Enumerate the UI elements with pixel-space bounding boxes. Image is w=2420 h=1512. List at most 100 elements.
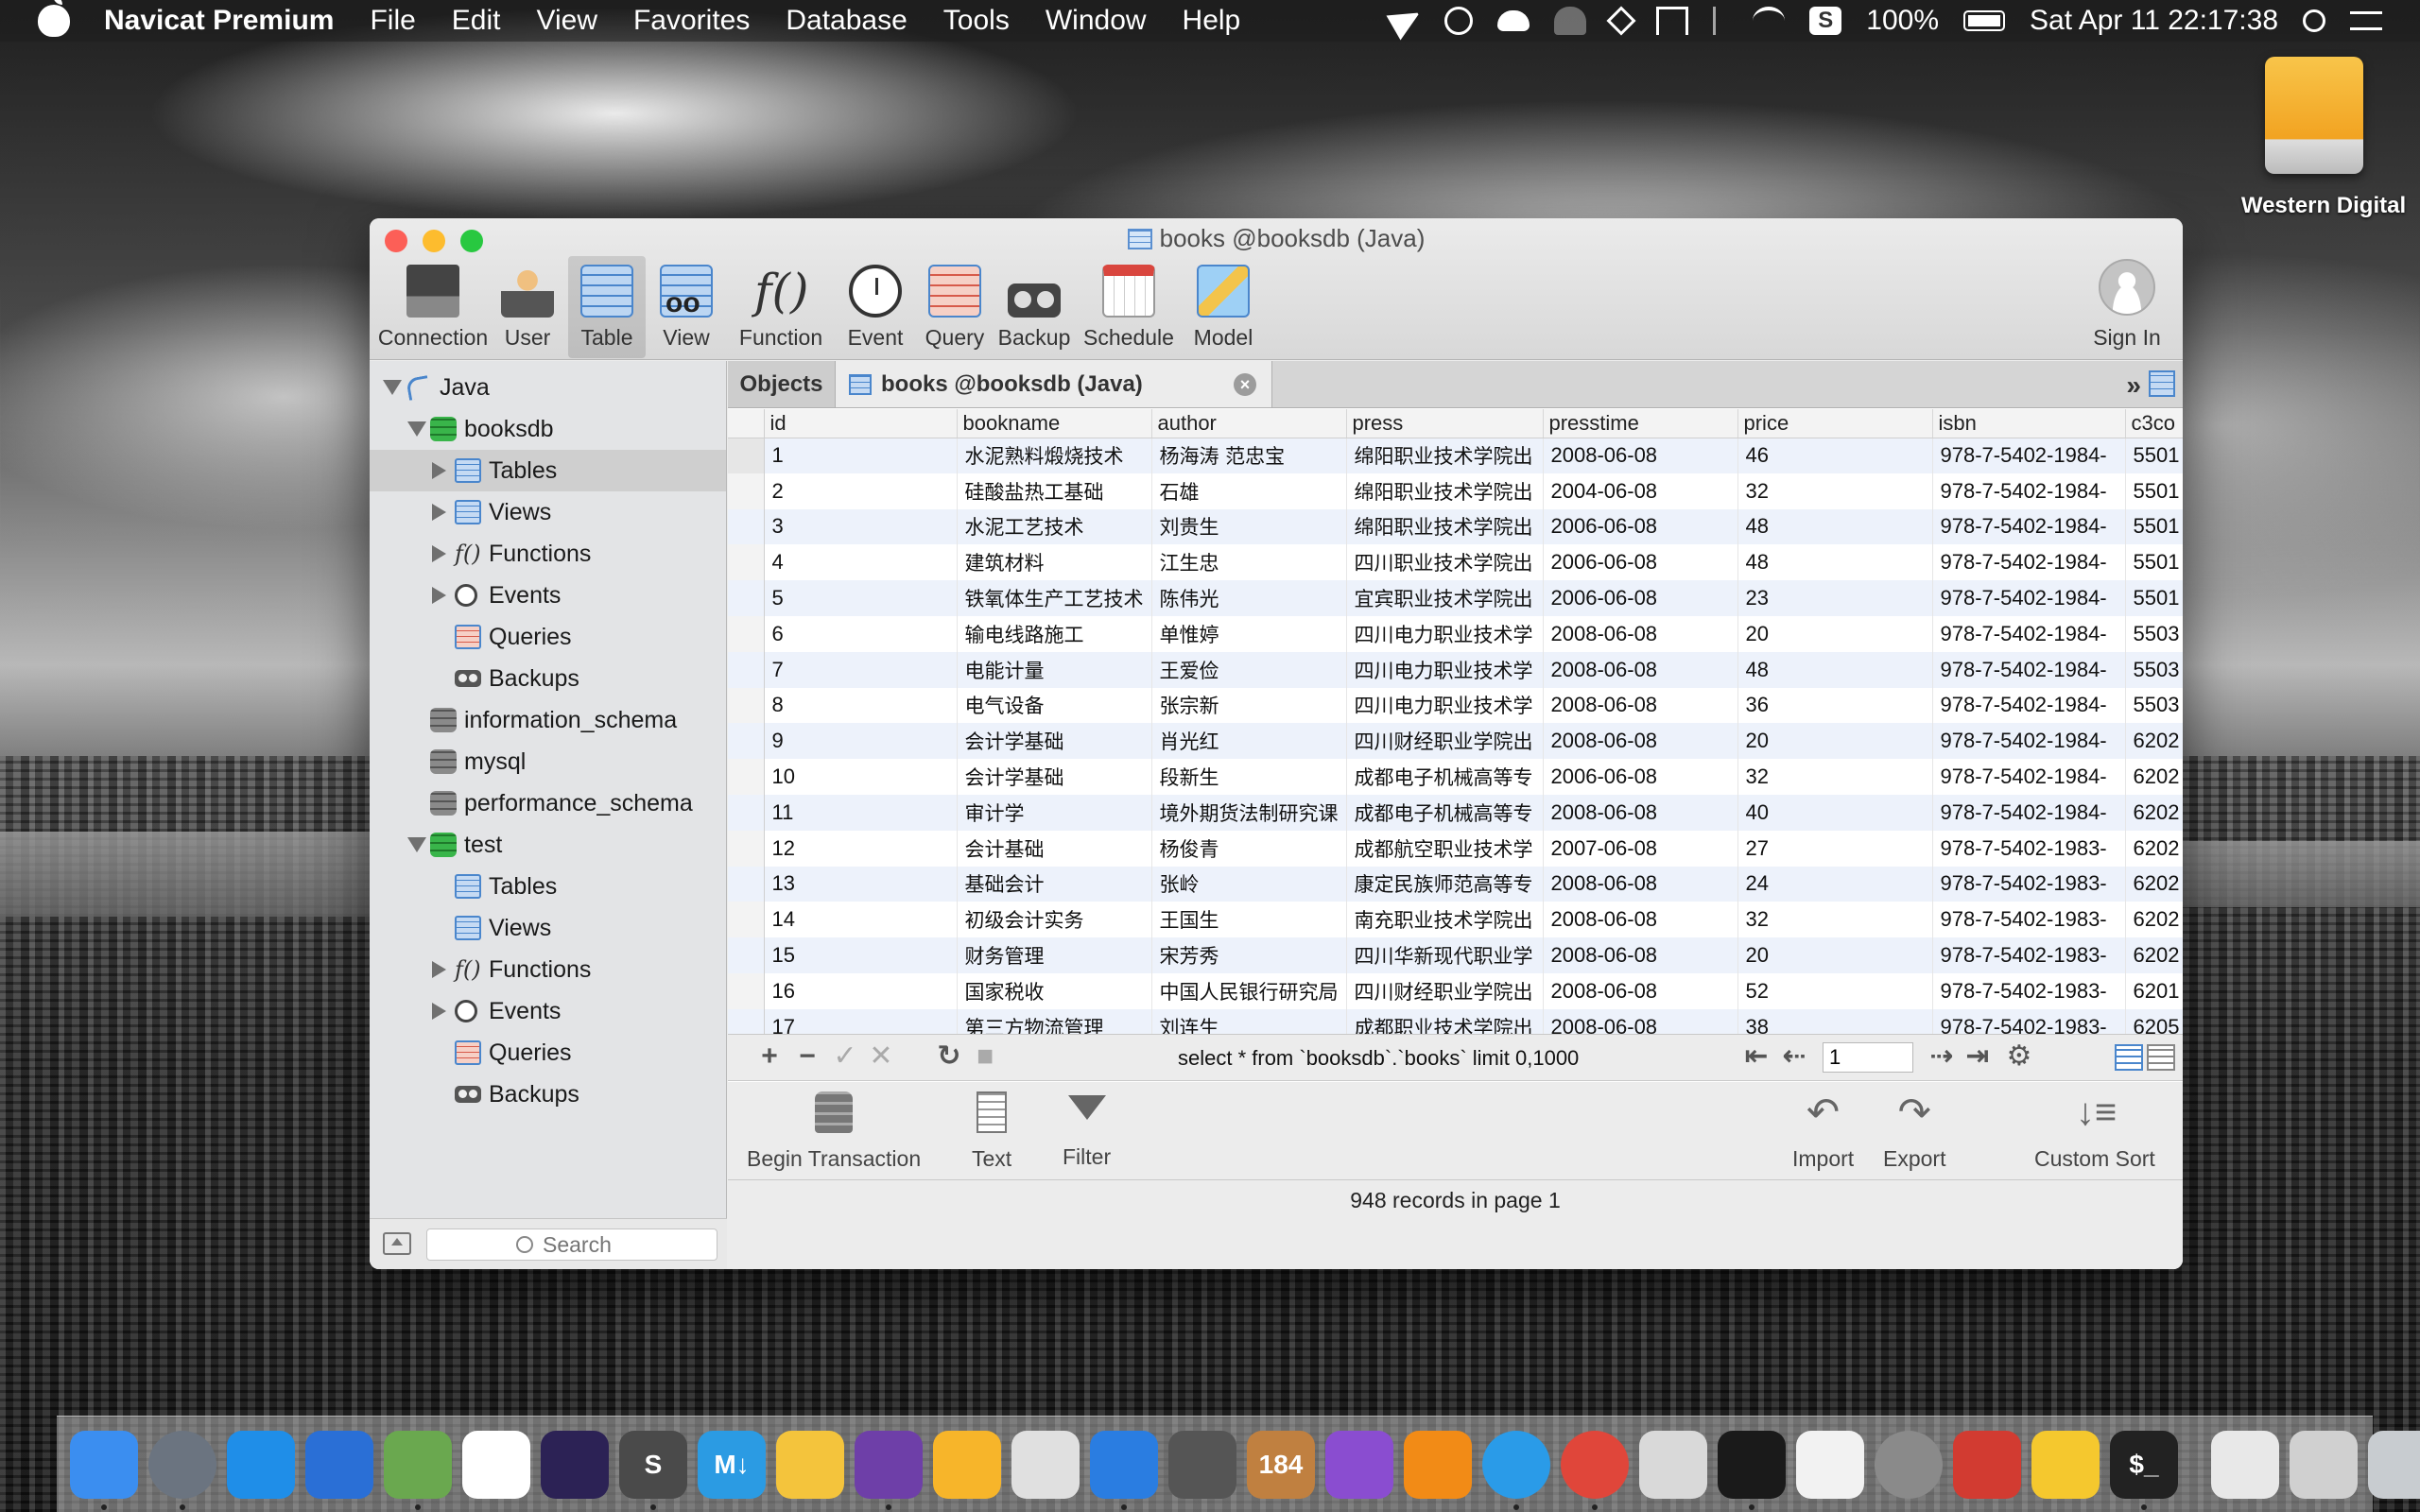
disclosure-open-icon[interactable] — [407, 837, 426, 852]
table-cell-id[interactable]: 5 — [764, 580, 958, 616]
tree-node-backups[interactable]: Backups — [370, 1074, 726, 1115]
table-cell-bookname[interactable]: 输电线路施工 — [957, 615, 1152, 652]
table-row[interactable]: 17 第三方物流管理 刘连生 成都职业技术学院出 2008-06-08 38 978-7-5… — [728, 1008, 2183, 1034]
table-cell-c3co[interactable]: 5501 — [2125, 508, 2183, 545]
row-gutter[interactable] — [728, 438, 765, 473]
column-header-author[interactable]: author — [1151, 409, 1347, 438]
table-cell-c3co[interactable]: 6202 — [2125, 866, 2183, 902]
table-cell-bookname[interactable]: 初级会计实务 — [957, 902, 1152, 938]
row-gutter[interactable] — [728, 759, 765, 795]
last-page-button[interactable]: ⇥ — [1964, 1042, 1991, 1071]
table-cell-press[interactable]: 四川职业技术学院出 — [1346, 544, 1544, 581]
table-cell-price[interactable]: 38 — [1737, 1008, 1933, 1034]
sidebar-search-field[interactable] — [426, 1228, 717, 1261]
eclipse-icon[interactable] — [541, 1430, 609, 1499]
table-cell-presstime[interactable]: 2008-06-08 — [1543, 723, 1738, 760]
table-row[interactable]: 10 会计学基础 段新生 成都电子机械高等专 2006-06-08 32 978-7-540… — [728, 759, 2183, 795]
table-cell-price[interactable]: 20 — [1737, 937, 1933, 973]
row-gutter[interactable] — [728, 1008, 765, 1034]
table-cell-author[interactable]: 陈伟光 — [1151, 580, 1347, 616]
table-cell-price[interactable]: 32 — [1737, 472, 1933, 509]
toolbar-backup-button[interactable]: Backup — [995, 256, 1073, 358]
table-cell-press[interactable]: 四川电力职业技术学 — [1346, 615, 1544, 652]
table-cell-bookname[interactable]: 电能计量 — [957, 651, 1152, 688]
column-header-press[interactable]: press — [1346, 409, 1544, 438]
table-cell-id[interactable]: 17 — [764, 1008, 958, 1034]
filter-button[interactable]: Filter — [1063, 1091, 1111, 1170]
table-cell-bookname[interactable]: 会计学基础 — [957, 759, 1152, 795]
table-cell-c3co[interactable]: 6202 — [2125, 902, 2183, 938]
table-cell-isbn[interactable]: 978-7-5402-1984- — [1932, 687, 2126, 724]
qq-icon[interactable] — [1718, 1430, 1786, 1510]
table-cell-bookname[interactable]: 水泥工艺技术 — [957, 508, 1152, 545]
table-cell-presstime[interactable]: 2008-06-08 — [1543, 937, 1738, 973]
page-number-input[interactable]: 1 — [1823, 1042, 1913, 1073]
column-header-bookname[interactable]: bookname — [957, 409, 1152, 438]
tab-objects[interactable]: Objects — [728, 361, 836, 407]
ibooks-icon[interactable] — [1404, 1430, 1472, 1499]
row-gutter[interactable] — [728, 723, 765, 760]
row-gutter[interactable] — [728, 972, 765, 1009]
menu-file[interactable]: File — [370, 5, 415, 37]
dropbox-icon[interactable] — [1606, 6, 1636, 36]
table-cell-press[interactable]: 四川财经职业学院出 — [1346, 972, 1544, 1009]
menu-database[interactable]: Database — [786, 5, 907, 37]
table-cell-bookname[interactable]: 国家税收 — [957, 972, 1152, 1009]
table-cell-press[interactable]: 绵阳职业技术学院出 — [1346, 508, 1544, 545]
table-cell-author[interactable]: 刘连生 — [1151, 1008, 1347, 1034]
row-gutter[interactable] — [728, 866, 765, 902]
menu-clock[interactable]: Sat Apr 11 22:17:38 — [2030, 5, 2278, 37]
sketch-icon[interactable] — [933, 1430, 1001, 1499]
table-cell-press[interactable]: 成都电子机械高等专 — [1346, 759, 1544, 795]
collapse-sidebar-icon[interactable] — [383, 1232, 411, 1255]
table-cell-press[interactable]: 成都航空职业技术学 — [1346, 830, 1544, 867]
table-cell-presstime[interactable]: 2006-06-08 — [1543, 580, 1738, 616]
table-cell-c3co[interactable]: 5501 — [2125, 580, 2183, 616]
table-cell-presstime[interactable]: 2006-06-08 — [1543, 544, 1738, 581]
first-page-button[interactable]: ⇤ — [1743, 1042, 1770, 1071]
markdown-icon[interactable]: M↓ — [698, 1430, 766, 1499]
table-cell-author[interactable]: 石雄 — [1151, 472, 1347, 509]
table-row[interactable]: 1 水泥熟料煅烧技术 杨海涛 范忠宝 绵阳职业技术学院出 2008-06-08 46 978… — [728, 438, 2183, 473]
table-cell-isbn[interactable]: 978-7-5402-1983- — [1932, 830, 2126, 867]
grid-settings-gear-icon[interactable]: ⚙ — [2006, 1042, 2032, 1071]
table-cell-id[interactable]: 11 — [764, 794, 958, 831]
table-cell-isbn[interactable]: 978-7-5402-1984- — [1932, 723, 2126, 760]
tree-node-test[interactable]: test — [370, 824, 726, 866]
column-header-isbn[interactable]: isbn — [1932, 409, 2126, 438]
table-cell-author[interactable]: 中国人民银行研究局 — [1151, 972, 1347, 1009]
tree-node-views[interactable]: Views — [370, 907, 726, 949]
table-cell-presstime[interactable]: 2004-06-08 — [1543, 472, 1738, 509]
table-cell-price[interactable]: 20 — [1737, 615, 1933, 652]
row-gutter[interactable] — [728, 687, 765, 724]
table-cell-isbn[interactable]: 978-7-5402-1983- — [1932, 937, 2126, 973]
stop-button[interactable]: ■ — [972, 1042, 998, 1071]
table-cell-presstime[interactable]: 2006-06-08 — [1543, 508, 1738, 545]
battery-percent[interactable]: 100% — [1866, 5, 1939, 37]
table-cell-id[interactable]: 8 — [764, 687, 958, 724]
table-cell-press[interactable]: 绵阳职业技术学院出 — [1346, 472, 1544, 509]
netease-music-icon[interactable] — [1953, 1430, 2021, 1499]
tree-node-events[interactable]: Events — [370, 575, 726, 616]
table-cell-bookname[interactable]: 建筑材料 — [957, 544, 1152, 581]
row-gutter[interactable] — [728, 937, 765, 973]
table-cell-isbn[interactable]: 978-7-5402-1984- — [1932, 544, 2126, 581]
table-row[interactable]: 12 会计基础 杨俊青 成都航空职业技术学 2007-06-08 27 978-7-5402… — [728, 830, 2183, 867]
table-cell-bookname[interactable]: 水泥熟料煅烧技术 — [957, 438, 1152, 473]
table-cell-author[interactable]: 王爱俭 — [1151, 651, 1347, 688]
launchpad-icon[interactable] — [148, 1430, 216, 1510]
table-cell-author[interactable]: 江生忠 — [1151, 544, 1347, 581]
wifi-icon[interactable] — [1753, 7, 1786, 35]
table-cell-author[interactable]: 肖光红 — [1151, 723, 1347, 760]
tree-node-information-schema[interactable]: information_schema — [370, 699, 726, 741]
toolbar-function-button[interactable]: f() Function — [727, 256, 835, 358]
toolbar-view-button[interactable]: View — [648, 256, 725, 358]
menu-favorites[interactable]: Favorites — [633, 5, 750, 37]
table-cell-c3co[interactable]: 5501 — [2125, 544, 2183, 581]
table-cell-isbn[interactable]: 978-7-5402-1984- — [1932, 438, 2126, 473]
data-grid[interactable]: id bookname author press presstime price… — [728, 409, 2183, 1034]
column-header-price[interactable]: price — [1737, 409, 1933, 438]
table-cell-price[interactable]: 48 — [1737, 651, 1933, 688]
toolbar-user-button[interactable]: User — [489, 256, 566, 358]
table-cell-author[interactable]: 杨海涛 范忠宝 — [1151, 438, 1347, 473]
